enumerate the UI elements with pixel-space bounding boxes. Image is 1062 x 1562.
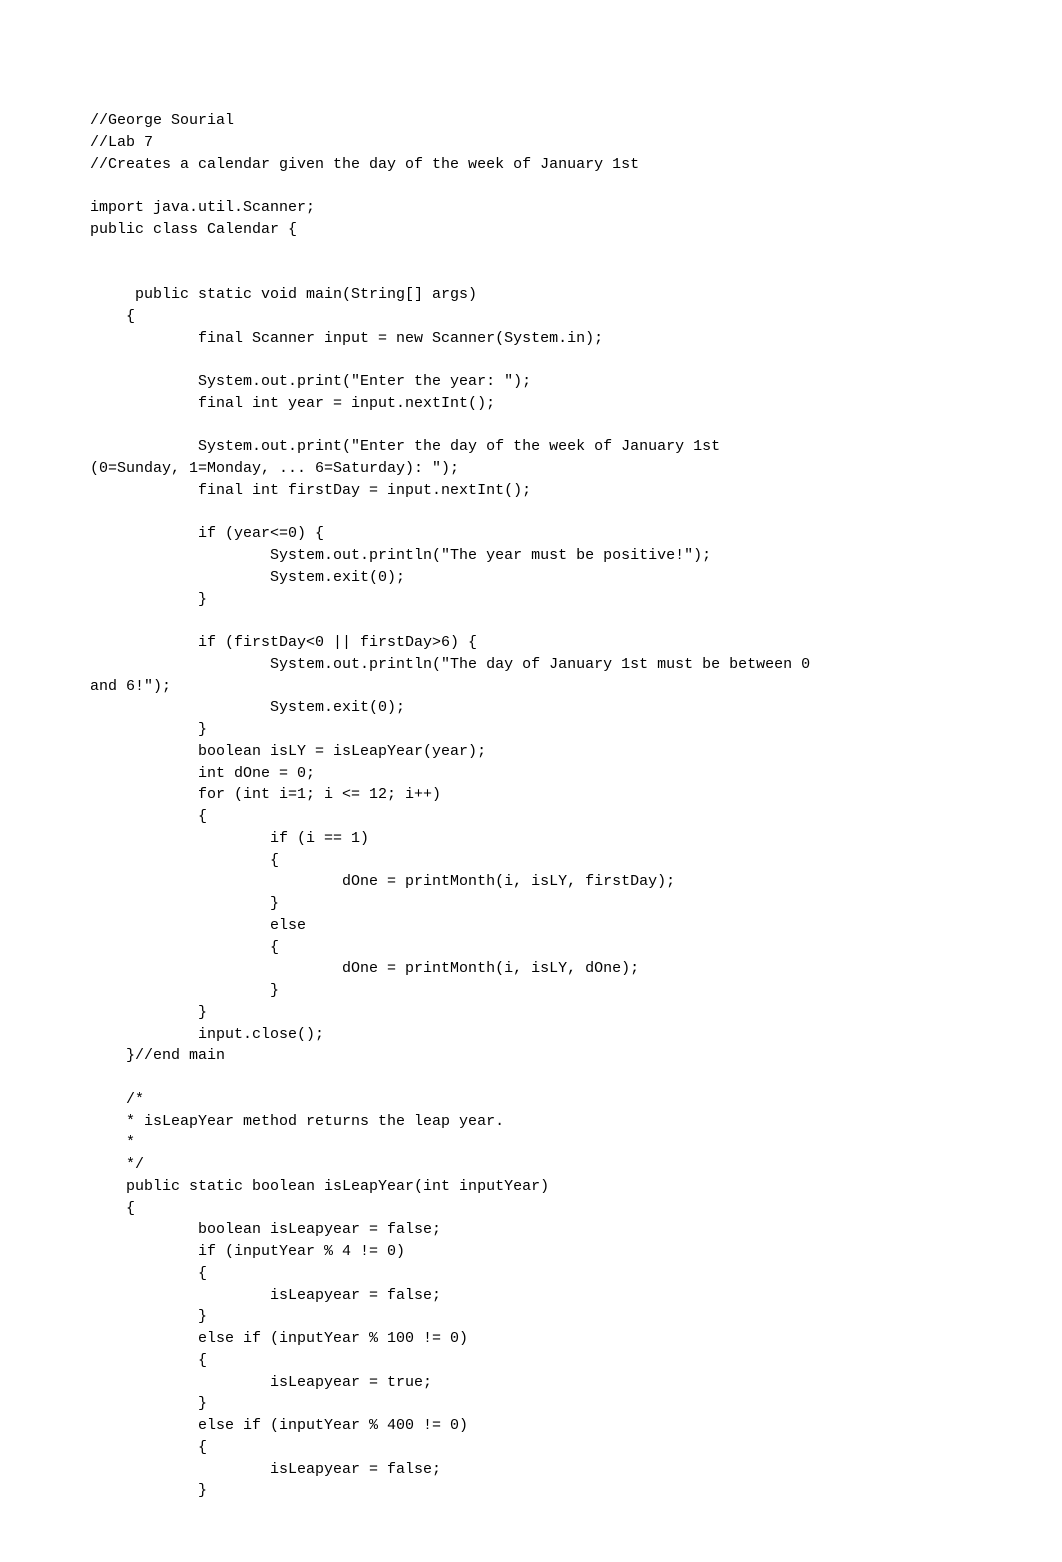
code-page: //George Sourial //Lab 7 //Creates a cal… bbox=[0, 0, 1062, 1562]
code-block: //George Sourial //Lab 7 //Creates a cal… bbox=[90, 112, 819, 1499]
